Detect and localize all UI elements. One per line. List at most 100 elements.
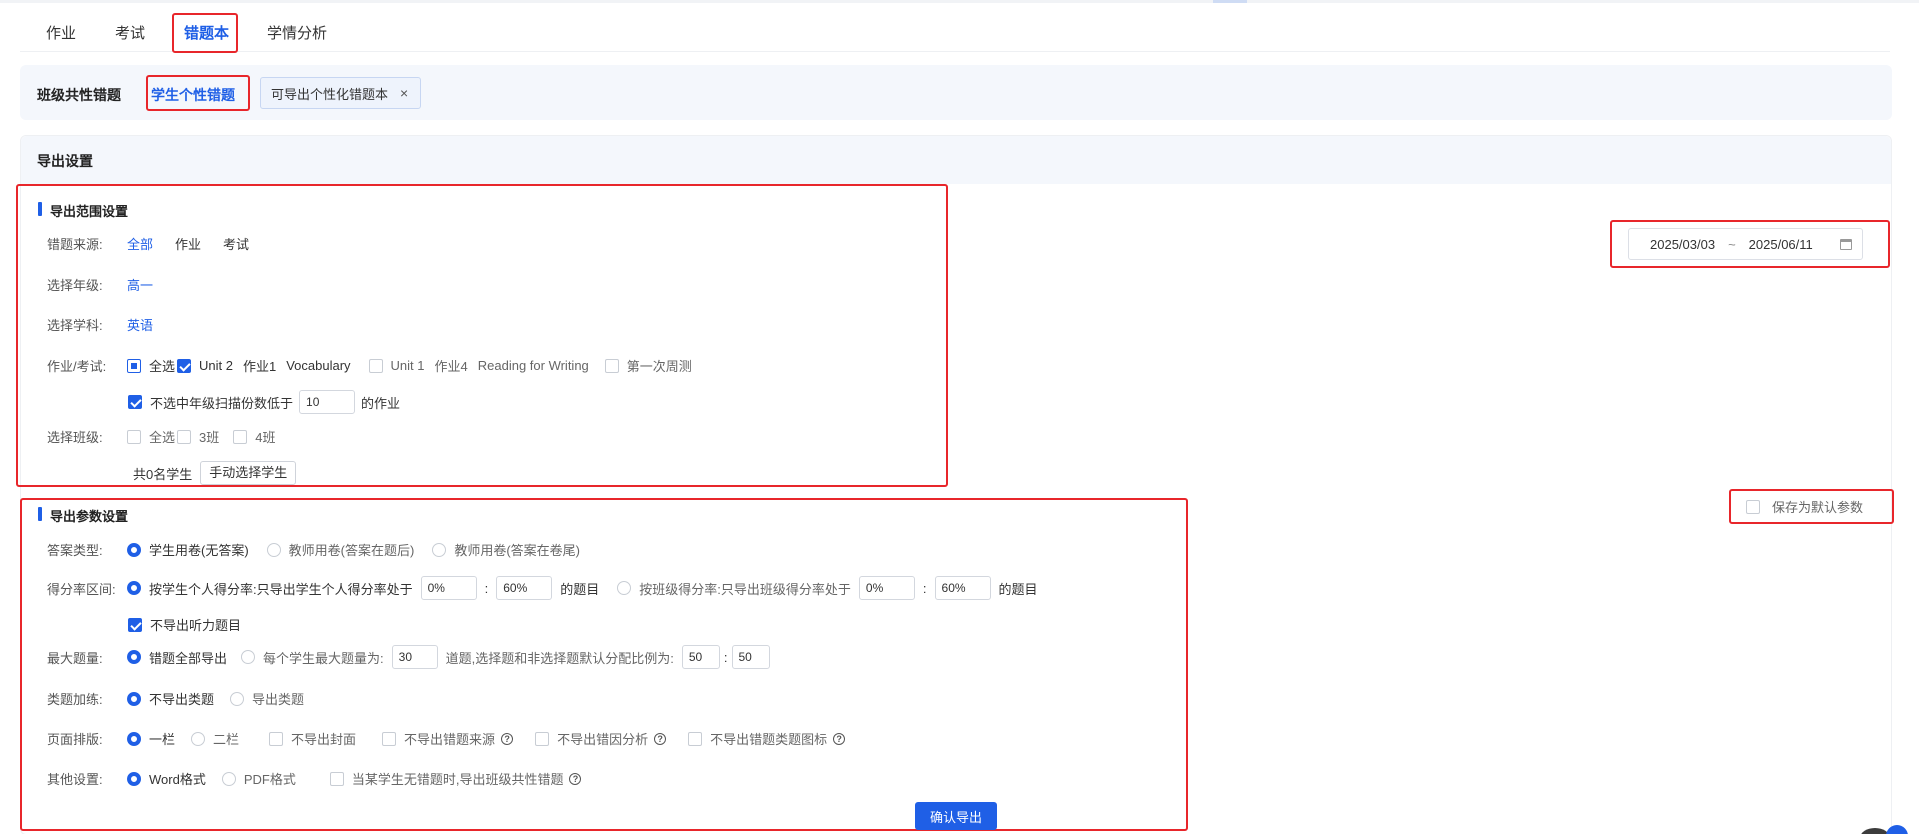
- homework-unit2-checkbox[interactable]: [177, 358, 192, 373]
- scan-filter-suffix: 的作业: [361, 395, 401, 411]
- layout-two-column-radio[interactable]: [191, 731, 206, 746]
- score-personal-radio[interactable]: [127, 581, 141, 595]
- subject-option-selected[interactable]: 英语: [127, 315, 153, 334]
- category-export-radio[interactable]: [230, 691, 245, 706]
- layout-two-column-label: 二栏: [213, 732, 240, 747]
- class-row: 选择班级: 全选 3班 4班: [47, 427, 275, 446]
- export-all-radio[interactable]: [127, 650, 141, 664]
- answer-teacher-end-label: 教师用卷(答案在卷尾): [454, 543, 581, 558]
- category-label: 类题加练:: [47, 692, 103, 707]
- max-count-row: 最大题量: 错题全部导出 每个学生最大题量为: 30 道题,选择题和非选择题默认…: [47, 645, 770, 669]
- export-tag-chip: 可导出个性化错题本 ×: [260, 77, 422, 109]
- no-category-icon-label: 不导出错题类题图标: [710, 732, 828, 747]
- source-option-all[interactable]: 全部: [127, 234, 153, 253]
- listening-row: 不导出听力题目: [128, 615, 241, 634]
- score-personal-suffix: 的题目: [560, 581, 600, 597]
- category-row: 类题加练: 不导出类题 导出类题: [47, 689, 304, 708]
- no-listening-label: 不导出听力题目: [150, 618, 242, 633]
- date-start: 2025/03/03: [1650, 236, 1716, 252]
- format-pdf-radio[interactable]: [221, 771, 236, 786]
- score-class-max-input[interactable]: 60%: [934, 576, 991, 600]
- no-cover-checkbox[interactable]: [269, 731, 284, 746]
- layout-one-column-radio[interactable]: [127, 731, 141, 746]
- save-default-option[interactable]: 保存为默认参数: [1746, 497, 1863, 516]
- score-class-radio[interactable]: [617, 581, 632, 595]
- class-3-label: 3班: [199, 430, 220, 445]
- help-icon[interactable]: ?: [833, 732, 846, 745]
- per-student-radio[interactable]: [241, 650, 256, 664]
- score-range-label: 得分率区间:: [47, 581, 116, 597]
- answer-teacher-end-radio[interactable]: [432, 542, 447, 557]
- source-option-homework[interactable]: 作业: [175, 234, 201, 253]
- format-word-radio[interactable]: [127, 771, 141, 786]
- score-class-min-input[interactable]: 0%: [858, 576, 915, 600]
- no-reason-checkbox[interactable]: [535, 731, 550, 746]
- grade-option-selected[interactable]: 高一: [127, 275, 153, 294]
- score-personal-min-input[interactable]: 0%: [420, 576, 477, 600]
- score-personal-max-input[interactable]: 60%: [496, 576, 553, 600]
- homework-item-label: Unit 2: [199, 358, 233, 373]
- export-settings-header: 导出设置: [21, 136, 1891, 184]
- confirm-export-button[interactable]: 确认导出: [915, 802, 997, 830]
- ratio-choice-input[interactable]: 50: [681, 645, 720, 669]
- class-select-all-checkbox[interactable]: [127, 429, 141, 444]
- format-word-label: Word格式: [149, 772, 206, 787]
- per-student-text: 每个学生最大题量为:: [263, 650, 384, 666]
- fallback-common-checkbox[interactable]: [329, 771, 344, 786]
- other-label: 其他设置:: [47, 772, 103, 787]
- close-icon[interactable]: ×: [400, 85, 408, 101]
- no-listening-checkbox[interactable]: [128, 617, 142, 632]
- tab-exam[interactable]: 考试: [115, 22, 145, 43]
- corner-badge-icon[interactable]: [1886, 825, 1908, 834]
- scan-threshold-input[interactable]: 10: [299, 390, 356, 414]
- score-personal-text: 按学生个人得分率:只导出学生个人得分率处于: [149, 581, 413, 597]
- subtab-student-personal[interactable]: 学生个性错题: [151, 85, 235, 105]
- other-row: 其他设置: Word格式 PDF格式 当某学生无错题时,导出班级共性错题 ?: [47, 769, 582, 788]
- source-option-exam[interactable]: 考试: [223, 234, 249, 253]
- homework-item-label: 作业1: [242, 359, 277, 374]
- help-icon[interactable]: ?: [654, 732, 667, 745]
- homework-item-label: Vocabulary: [286, 358, 351, 373]
- help-icon[interactable]: ?: [569, 772, 582, 785]
- class-3-checkbox[interactable]: [177, 429, 192, 444]
- tab-homework[interactable]: 作业: [46, 22, 76, 43]
- chip-label: 可导出个性化错题本: [271, 86, 389, 102]
- category-none-label: 不导出类题: [149, 692, 215, 707]
- homework-item-label: 作业4: [434, 359, 468, 374]
- no-source-checkbox[interactable]: [382, 731, 397, 746]
- grade-row: 选择年级: 高一: [47, 275, 175, 294]
- homework-unit1-checkbox[interactable]: [368, 358, 383, 373]
- class-select-all-label: 全选: [149, 430, 176, 445]
- save-default-checkbox[interactable]: [1746, 499, 1760, 514]
- date-range-picker[interactable]: 2025/03/03 ~ 2025/06/11: [1628, 228, 1863, 260]
- class-4-checkbox[interactable]: [233, 429, 248, 444]
- homework-select-all-label: 全选: [149, 359, 176, 374]
- help-icon[interactable]: ?: [501, 732, 514, 745]
- answer-student-radio[interactable]: [127, 542, 141, 557]
- tab-learning-analysis[interactable]: 学情分析: [267, 22, 327, 43]
- category-none-radio[interactable]: [127, 691, 141, 706]
- homework-select-all-checkbox[interactable]: [127, 358, 141, 373]
- per-student-count-input[interactable]: 30: [391, 645, 438, 669]
- calendar-icon[interactable]: [1840, 239, 1852, 250]
- answer-type-label: 答案类型:: [47, 543, 103, 558]
- scan-filter-checkbox[interactable]: [128, 395, 142, 409]
- score-class-suffix: 的题目: [998, 581, 1038, 597]
- main-tabs: 作业 考试 错题本 学情分析: [20, 0, 1890, 52]
- manual-select-students-button[interactable]: 手动选择学生: [200, 461, 297, 485]
- answer-teacher-after-radio[interactable]: [266, 542, 281, 557]
- student-row: 共0名学生 手动选择学生: [133, 461, 297, 485]
- homework-weekly-test-checkbox[interactable]: [604, 358, 619, 373]
- layout-row: 页面排版: 一栏 二栏 不导出封面 不导出错题来源 ? 不导出错因分析 ? 不导…: [47, 729, 846, 748]
- tab-mistake-book[interactable]: 错题本: [184, 22, 229, 43]
- scan-filter-prefix: 不选中年级扫描份数低于: [150, 395, 294, 411]
- homework-item-label: Reading for Writing: [477, 358, 589, 373]
- date-end: 2025/06/11: [1748, 236, 1813, 252]
- subtab-class-common[interactable]: 班级共性错题: [37, 85, 121, 105]
- no-reason-label: 不导出错因分析: [557, 732, 649, 747]
- layout-label: 页面排版:: [47, 732, 103, 747]
- ratio-nonchoice-input[interactable]: 50: [731, 645, 770, 669]
- no-category-icon-checkbox[interactable]: [688, 731, 703, 746]
- class-4-label: 4班: [255, 430, 276, 445]
- no-source-label: 不导出错题来源: [404, 732, 496, 747]
